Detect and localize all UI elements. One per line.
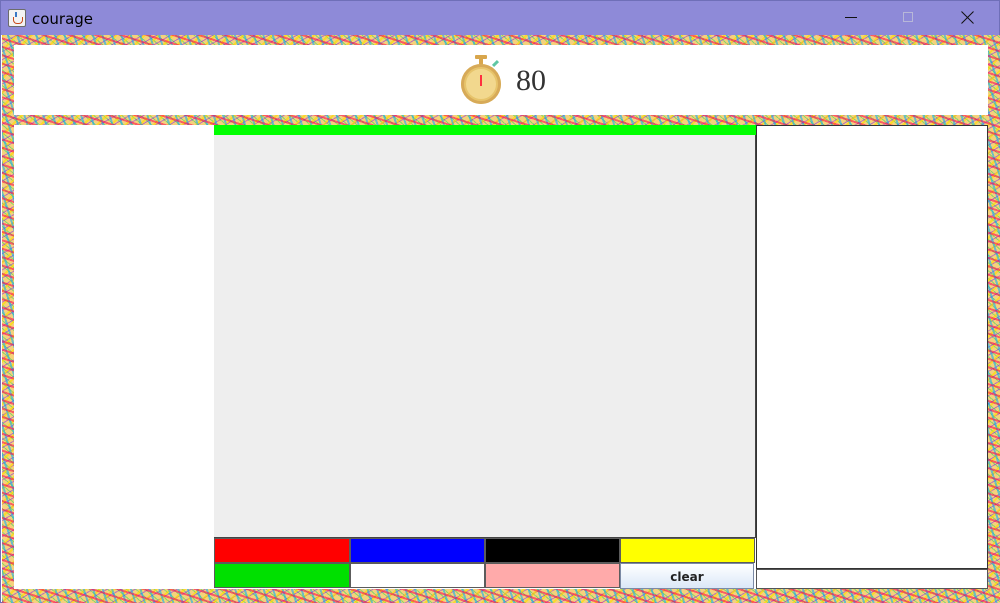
close-button[interactable] [939,1,997,35]
color-swatch-blue[interactable] [350,538,485,563]
time-progress-fill [214,125,756,135]
guess-input[interactable] [756,569,988,589]
color-swatch-red[interactable] [214,538,350,563]
window-title: courage [32,10,94,28]
stopwatch-icon [460,55,502,107]
minimize-button[interactable] [823,1,881,35]
time-progress-bar [214,125,756,135]
color-swatch-white[interactable] [350,563,485,588]
color-palette: clear [214,537,756,589]
color-swatch-pink[interactable] [485,563,620,588]
java-app-icon [8,9,26,27]
color-swatch-yellow[interactable] [620,538,755,563]
title-bar: courage [1,1,999,35]
drawing-canvas[interactable] [214,125,756,537]
chat-panel [756,125,988,569]
maximize-button[interactable] [881,1,939,35]
timer-value: 80 [516,64,546,97]
color-swatch-black[interactable] [485,538,620,563]
left-panel [14,125,214,589]
app-window: courage 80 clear [0,0,1000,603]
clear-button[interactable]: clear [620,563,754,589]
color-swatch-green[interactable] [214,563,350,588]
